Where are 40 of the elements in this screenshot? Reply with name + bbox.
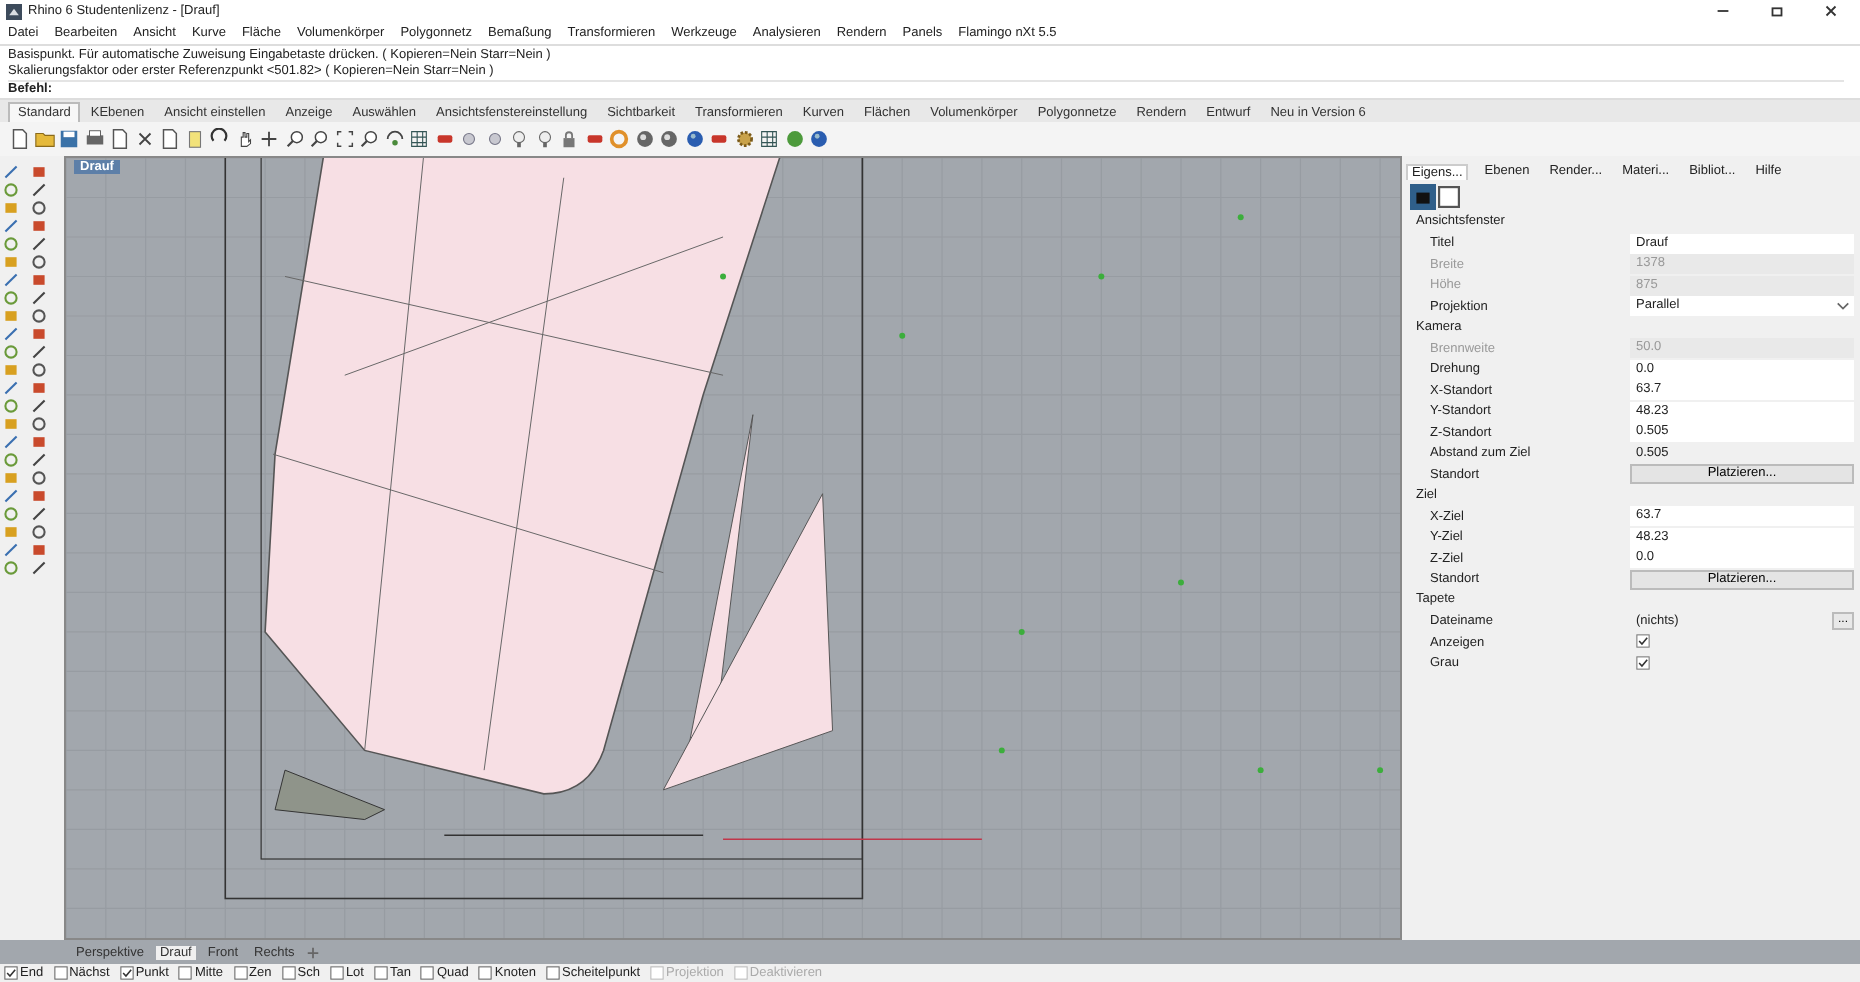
print-icon[interactable] [83,128,105,150]
checkbox[interactable] [233,966,248,980]
zoom-selected-icon[interactable] [358,128,380,150]
gear-icon[interactable] [733,128,755,150]
app-logo-icon [6,3,22,19]
bulb-icon[interactable] [533,128,555,150]
checkbox[interactable] [178,966,193,980]
new-file-icon[interactable] [8,128,30,150]
checkbox[interactable] [281,966,296,980]
save-icon[interactable] [58,128,80,150]
checkbox[interactable] [545,966,560,980]
zoom-window-icon[interactable] [308,128,330,150]
open-folder-icon[interactable] [33,128,55,150]
color-wheel-icon[interactable] [608,128,630,150]
cut-icon[interactable] [133,128,155,150]
checkbox[interactable] [420,966,435,980]
zoom-extents-icon[interactable] [333,128,355,150]
zoom-icon[interactable] [283,128,305,150]
grid-icon[interactable] [408,128,430,150]
render-sphere-icon[interactable] [683,128,705,150]
shaded-sphere-icon[interactable] [658,128,680,150]
object-properties-icon[interactable] [1438,186,1460,208]
checkbox[interactable] [4,966,18,980]
light-icon[interactable] [508,128,530,150]
checkbox[interactable] [1636,655,1650,670]
checkbox[interactable] [478,966,493,980]
caret-icon [1836,300,1850,313]
sphere-icon[interactable] [633,128,655,150]
checkbox[interactable] [329,966,344,980]
checkbox[interactable] [119,966,134,980]
add-icon[interactable] [306,945,321,959]
paste-icon[interactable] [183,128,205,150]
close-icon[interactable] [1822,2,1840,20]
checkbox[interactable] [373,966,388,980]
restore-icon[interactable] [1768,2,1786,20]
checkbox[interactable] [53,966,68,980]
move-view-icon[interactable] [258,128,280,150]
checkbox[interactable] [1636,634,1650,649]
rotate-view-icon[interactable] [383,128,405,150]
lock-icon[interactable] [558,128,580,150]
